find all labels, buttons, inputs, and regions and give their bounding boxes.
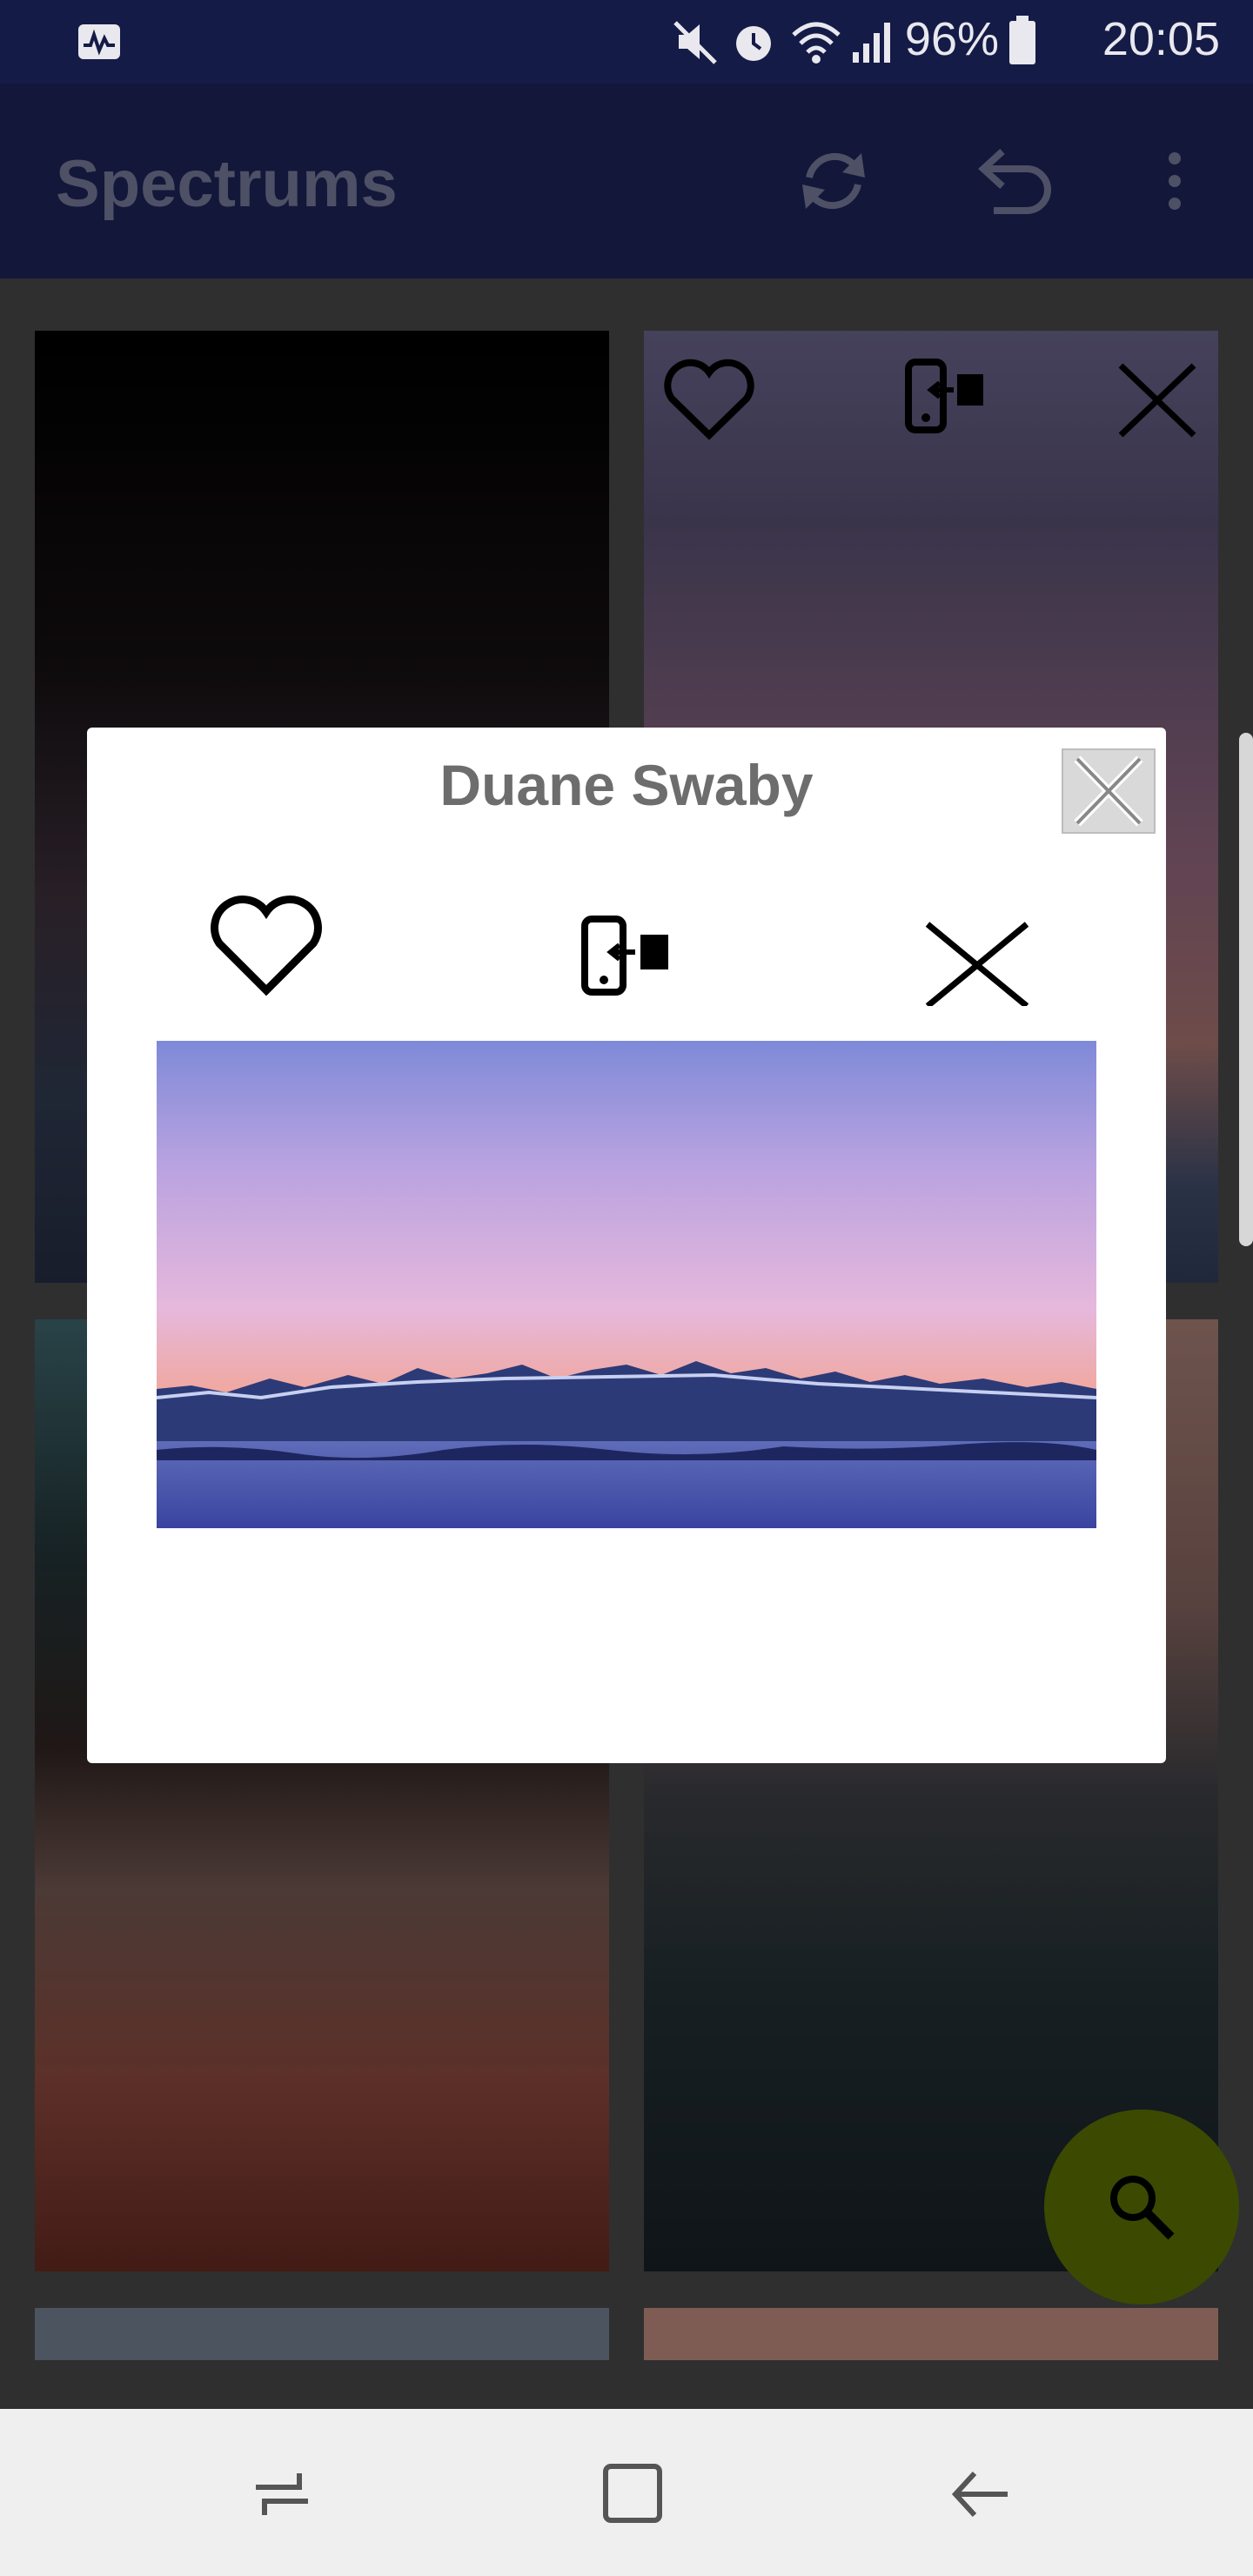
close-icon[interactable] — [922, 919, 1035, 1006]
clock: 20:05 — [1102, 13, 1220, 65]
scrollbar[interactable] — [1239, 733, 1253, 1246]
home-icon[interactable] — [600, 2461, 667, 2527]
wallpaper-preview-image — [157, 1041, 1096, 1528]
signal-icon — [853, 23, 890, 63]
status-bar: 96% 20:05 — [0, 0, 1253, 84]
alarm-icon — [736, 26, 771, 61]
wifi-icon — [792, 22, 841, 64]
battery-percent: 96% — [904, 13, 999, 65]
mute-icon — [673, 21, 717, 64]
wallpaper-dialog: Duane Swaby — [87, 728, 1166, 1763]
search-fab[interactable] — [1044, 2110, 1239, 2304]
search-icon — [1110, 2176, 1175, 2240]
close-box-icon[interactable] — [1062, 748, 1156, 834]
navigation-bar — [0, 2409, 1253, 2576]
back-icon[interactable] — [948, 2461, 1015, 2527]
heart-icon[interactable] — [205, 893, 327, 1001]
battery-icon — [1009, 16, 1035, 64]
dialog-title: Duane Swaby — [439, 753, 814, 817]
recent-apps-icon[interactable] — [249, 2461, 315, 2527]
activity-icon — [78, 24, 120, 59]
set-wallpaper-icon[interactable] — [580, 916, 675, 1003]
